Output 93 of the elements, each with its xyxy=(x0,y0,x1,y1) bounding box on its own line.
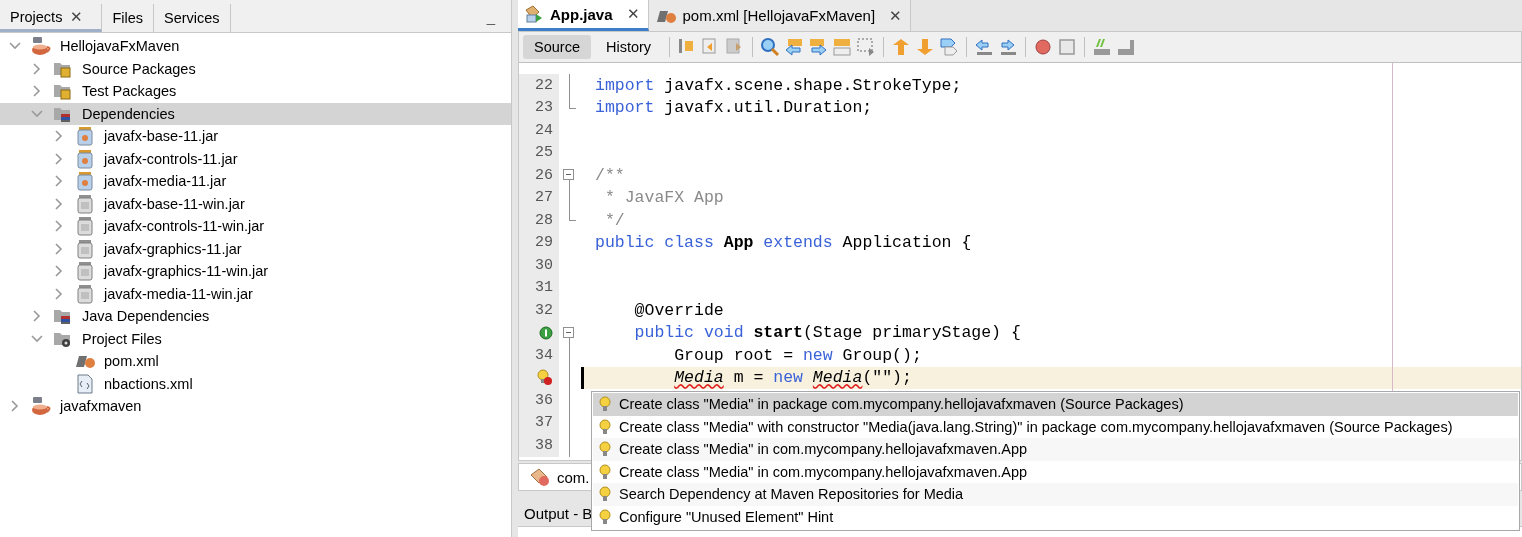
toggle-bookmark-icon[interactable] xyxy=(939,37,960,57)
tree-item[interactable]: javafx-controls-11.jar xyxy=(0,147,511,170)
line-number: 36 xyxy=(535,391,553,409)
lightbulb-error-icon[interactable] xyxy=(536,369,553,387)
toggle-highlight-icon[interactable] xyxy=(832,37,853,57)
code-line: @Override xyxy=(633,300,724,320)
line-number: 27 xyxy=(535,189,553,207)
lightbulb-icon xyxy=(599,441,611,458)
editor-tab[interactable]: App.java ✕ xyxy=(518,0,649,31)
panel-tab[interactable]: Services xyxy=(154,4,231,32)
line-number: 24 xyxy=(535,121,553,139)
line-number: 34 xyxy=(535,346,553,364)
editor-tab[interactable]: pom.xml [HellojavaFxMaven] ✕ xyxy=(648,0,912,31)
code-line: public class App extends Application { xyxy=(594,233,972,253)
record-icon[interactable] xyxy=(1033,37,1054,57)
comment-lines-icon[interactable] xyxy=(1092,37,1113,57)
library-folder-icon xyxy=(53,307,73,326)
find-next-icon[interactable] xyxy=(808,37,829,57)
line-number: 26 xyxy=(535,166,553,184)
package-folder-icon xyxy=(53,82,73,101)
uncomment-lines-icon[interactable] xyxy=(1116,37,1137,57)
line-number: 25 xyxy=(535,144,553,162)
lightbulb-icon xyxy=(599,463,611,480)
line-number: 28 xyxy=(535,211,553,229)
line-number: 38 xyxy=(535,436,553,454)
tree-item[interactable]: HellojavaFxMaven xyxy=(0,35,511,58)
jar-icon xyxy=(77,193,93,214)
hint-item[interactable]: Create class "Media" in package com.mycompany.hellojavafxmaven (Source Packages) xyxy=(593,393,1518,416)
line-number: 31 xyxy=(535,279,553,297)
tree-item[interactable]: Source Packages xyxy=(0,57,511,80)
close-icon[interactable]: ✕ xyxy=(889,6,903,25)
lightbulb-icon xyxy=(599,396,611,413)
code-line: import javafx.scene.shape.StrokeType; xyxy=(594,75,962,95)
package-icon xyxy=(529,467,551,487)
line-number: 32 xyxy=(535,301,553,319)
tree-item[interactable]: Project Files xyxy=(0,327,511,350)
hint-item[interactable]: Search Dependency at Maven Repositories for Media xyxy=(593,483,1518,506)
close-icon[interactable]: ✕ xyxy=(70,7,84,26)
code-line: */ xyxy=(603,210,625,230)
jar-icon xyxy=(77,216,93,237)
line-number: 23 xyxy=(535,99,553,117)
tree-item[interactable]: javafxmaven xyxy=(0,395,511,418)
code-line: public void start(Stage primaryStage) { xyxy=(633,323,1021,343)
tree-item[interactable]: javafx-controls-11-win.jar xyxy=(0,215,511,238)
tree-item[interactable]: javafx-graphics-11.jar xyxy=(0,237,511,260)
tree-item[interactable]: javafx-base-11-win.jar xyxy=(0,192,511,215)
tree-item[interactable]: nbactions.xml xyxy=(0,372,511,395)
tree-item[interactable]: javafx-graphics-11-win.jar xyxy=(0,260,511,283)
shift-left-icon[interactable] xyxy=(974,37,995,57)
xml-file-icon xyxy=(77,373,93,394)
close-icon[interactable]: ✕ xyxy=(626,5,640,23)
breadcrumb[interactable]: com. xyxy=(557,468,590,486)
find-previous-icon[interactable] xyxy=(784,37,805,57)
panel-tab[interactable]: Files xyxy=(102,4,154,32)
tree-item[interactable]: pom.xml xyxy=(0,350,511,373)
tree-item[interactable]: Java Dependencies xyxy=(0,305,511,328)
coffee-cup-icon xyxy=(30,396,52,417)
text-cursor xyxy=(581,366,584,389)
tree-item[interactable]: javafx-media-11-win.jar xyxy=(0,282,511,305)
hint-item[interactable]: Create class "Media" in com.mycompany.hellojavafxmaven.App xyxy=(593,438,1518,461)
line-number: 22 xyxy=(535,76,553,94)
search-icon[interactable] xyxy=(760,37,781,57)
minimize-button[interactable]: _ xyxy=(480,0,501,32)
jar-icon xyxy=(77,283,93,304)
view-tab[interactable]: Source xyxy=(523,35,591,59)
line-number: 29 xyxy=(535,234,553,252)
jar-icon xyxy=(77,126,93,147)
code-line: /** xyxy=(594,165,625,185)
lightbulb-icon xyxy=(599,508,611,525)
view-tab[interactable]: History xyxy=(594,35,663,59)
line-number: 30 xyxy=(535,256,553,274)
code-line: Group root = new Group(); xyxy=(673,345,922,365)
shift-right-icon[interactable] xyxy=(998,37,1019,57)
fold-toggle-icon[interactable] xyxy=(563,169,574,180)
tree-item[interactable]: javafx-media-11.jar xyxy=(0,170,511,193)
jar-icon xyxy=(77,171,93,192)
code-line: * JavaFX App xyxy=(603,188,724,208)
stop-icon[interactable] xyxy=(1057,37,1078,57)
jar-icon xyxy=(77,238,93,259)
lightbulb-icon xyxy=(599,418,611,435)
jar-icon xyxy=(77,261,93,282)
panel-tab[interactable]: Projects ✕ xyxy=(0,4,103,32)
line-number: 37 xyxy=(535,414,553,432)
tree-item[interactable]: javafx-base-11.jar xyxy=(0,125,511,148)
tree-item[interactable]: Test Packages xyxy=(0,80,511,103)
lightbulb-icon xyxy=(599,486,611,503)
tree-item[interactable]: Dependencies xyxy=(0,102,511,125)
jar-icon xyxy=(77,148,93,169)
implements-icon[interactable] xyxy=(539,325,553,340)
code-line: Media m = new Media(""); xyxy=(673,368,912,388)
coffee-cup-icon xyxy=(30,36,52,57)
fold-toggle-icon[interactable] xyxy=(563,326,574,338)
code-line: import javafx.util.Duration; xyxy=(594,98,873,118)
